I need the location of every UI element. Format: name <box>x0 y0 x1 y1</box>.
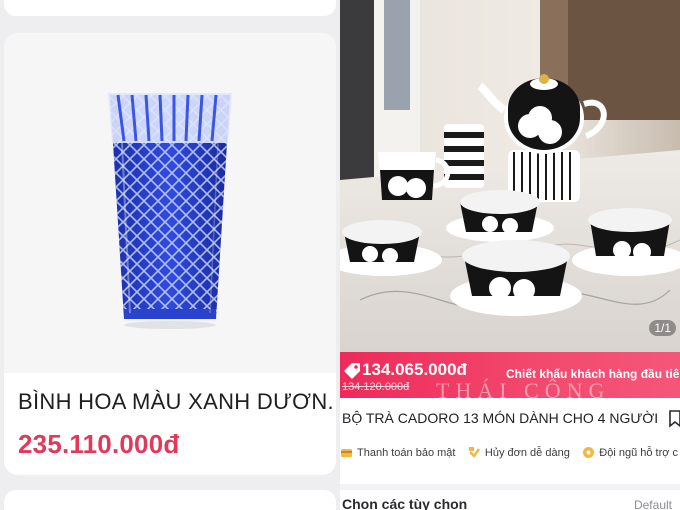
previous-product-card[interactable] <box>4 0 336 16</box>
left-product-list: BÌNH HOA MÀU XANH DƯƠN... 235.110.000đ <box>0 0 340 510</box>
next-product-card[interactable] <box>4 490 336 510</box>
blue-crystal-vase-image <box>108 93 232 329</box>
service-perks: Thanh toán bảo mật Hủy đơn dễ dàng Đội n… <box>340 446 680 466</box>
perk-easy-cancel: Hủy đơn dễ dàng <box>468 446 570 459</box>
perk-secure-payment: Thanh toán bảo mật <box>340 446 455 459</box>
discount-note: Chiết khấu khách hàng đầu tiên <box>506 367 680 381</box>
options-label: Chọn các tùy chọn <box>342 496 468 510</box>
product-name: BỘ TRÀ CADORO 13 MÓN DÀNH CHO 4 NGƯỜI <box>342 410 659 426</box>
tea-set-photo <box>340 0 680 352</box>
shop-watermark: THÁI CÔNG <box>436 378 611 398</box>
support-team-icon <box>582 446 595 459</box>
bookmark-icon[interactable] <box>668 410 680 433</box>
product-price: 235.110.000đ <box>18 429 180 459</box>
price-banner: THÁI CÔNG 134.065.000đ 134.120.000đ Chiế… <box>340 352 680 398</box>
product-card[interactable]: BÌNH HOA MÀU XANH DƯƠN... 235.110.000đ <box>4 33 336 475</box>
perk-label: Đội ngũ hỗ trợ c <box>599 446 679 459</box>
options-selector[interactable]: Chọn các tùy chọn Default <box>340 484 680 510</box>
product-info: BÌNH HOA MÀU XANH DƯƠN... 235.110.000đ <box>4 373 336 475</box>
perk-label: Thanh toán bảo mật <box>357 446 456 459</box>
perk-support-team: Đội ngũ hỗ trợ c <box>582 446 678 459</box>
product-gallery[interactable]: 1/1 <box>340 0 680 352</box>
options-selected-value[interactable]: Default <box>634 498 672 510</box>
product-title[interactable]: BÌNH HOA MÀU XANH DƯƠN... <box>18 389 334 415</box>
product-image[interactable] <box>4 33 336 373</box>
perk-label: Hủy đơn dễ dàng <box>484 446 570 459</box>
product-detail-panel: 1/1 THÁI CÔNG 134.065.000đ 134.120.000đ … <box>340 0 680 510</box>
original-price: 134.120.000đ <box>342 381 410 393</box>
secure-payment-icon <box>340 446 353 459</box>
sale-price: 134.065.000đ <box>362 360 467 379</box>
easy-cancel-icon <box>468 446 481 459</box>
gallery-counter: 1/1 <box>649 320 676 336</box>
